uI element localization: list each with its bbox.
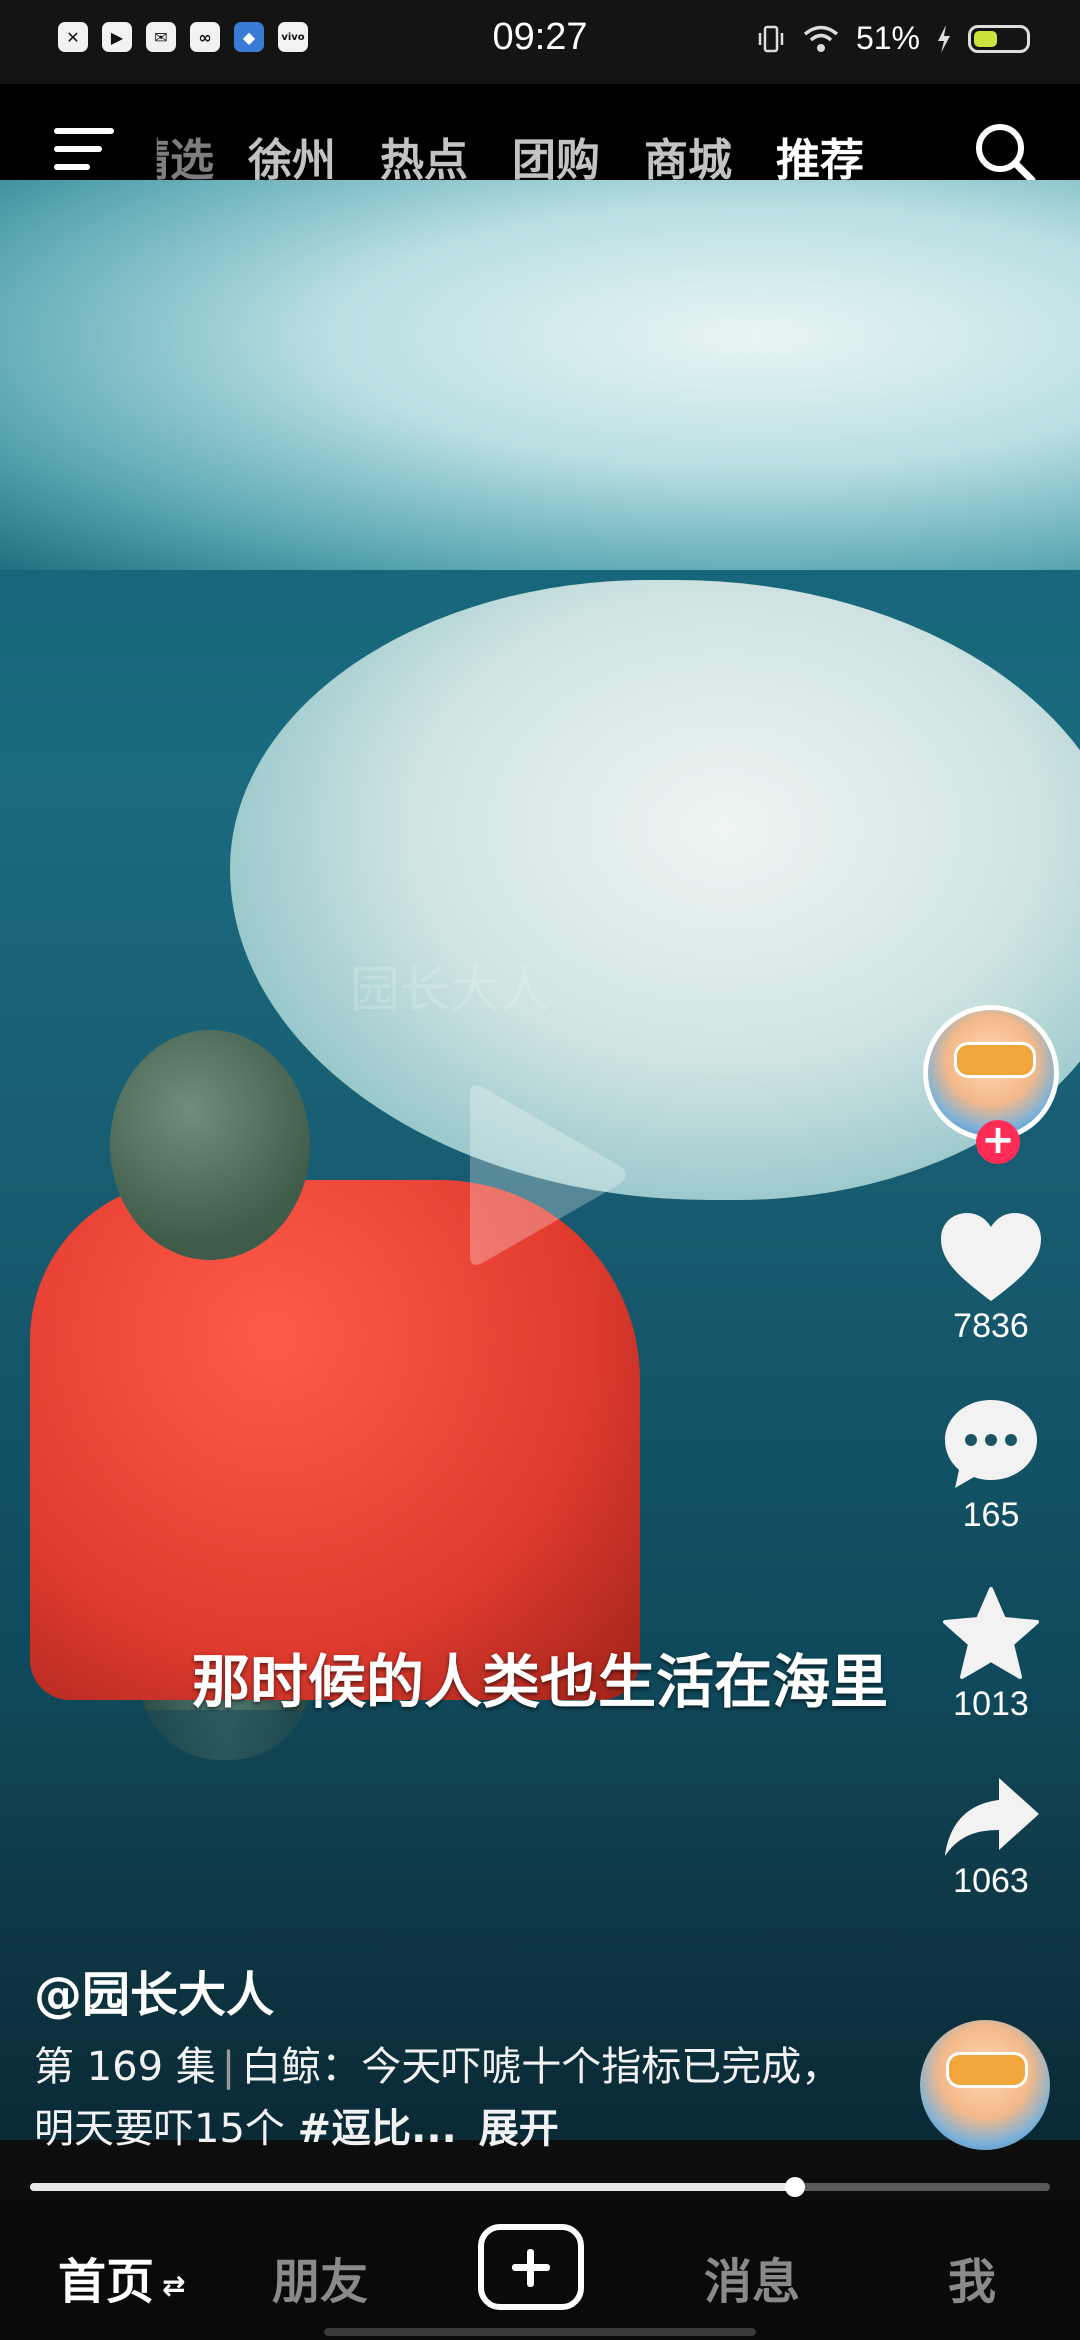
tab-group-buy[interactable]: 团购 bbox=[512, 124, 600, 188]
home-indicator bbox=[324, 2328, 756, 2336]
favorite-count: 1013 bbox=[953, 1685, 1029, 1723]
avatar-goggle bbox=[954, 1042, 1036, 1078]
feed-tabs: 精选 徐州 热点 团购 商城 推荐 bbox=[150, 124, 864, 214]
status-bar: ✕ ▶ ✉ ∞ ◆ vivo 09:27 51% bbox=[0, 0, 1080, 84]
caption-divider: | bbox=[221, 2044, 236, 2090]
battery-icon bbox=[968, 24, 1030, 53]
nav-friends[interactable]: 朋友 bbox=[272, 2242, 368, 2312]
menu-icon[interactable] bbox=[54, 128, 114, 176]
video-progress-bar[interactable] bbox=[30, 2177, 1050, 2197]
star-icon bbox=[943, 1587, 1039, 1679]
tab-xuzhou[interactable]: 徐州 bbox=[248, 124, 336, 188]
follow-button[interactable]: + bbox=[976, 1120, 1020, 1164]
battery-percent: 51% bbox=[855, 20, 920, 56]
water-surface-light bbox=[0, 180, 1080, 570]
action-rail: + 7836 165 1013 1063 bbox=[916, 1005, 1066, 1901]
nav-home[interactable]: 首页 ⇄ bbox=[58, 2242, 185, 2312]
tab-recommend[interactable]: 推荐 bbox=[776, 124, 864, 214]
like-button[interactable]: 7836 bbox=[916, 1211, 1066, 1346]
expand-button[interactable]: 展开 bbox=[479, 2106, 559, 2152]
switch-arrows-icon: ⇄ bbox=[162, 2268, 186, 2302]
music-disc-avatar[interactable] bbox=[920, 2020, 1050, 2150]
video-caption[interactable]: 第 169 集 | 白鲸：今天吓唬十个指标已完成，明天要吓15个 #逗比... 展开 bbox=[34, 2036, 854, 2160]
author-avatar[interactable]: + bbox=[923, 1005, 1059, 1164]
tab-mall[interactable]: 商城 bbox=[644, 124, 732, 188]
diver-head bbox=[110, 1030, 310, 1260]
share-icon bbox=[945, 1778, 1039, 1856]
wifi-icon bbox=[803, 25, 839, 52]
charging-icon bbox=[938, 24, 950, 53]
tab-featured[interactable]: 精选 bbox=[157, 124, 214, 188]
create-post-button[interactable] bbox=[478, 2224, 584, 2310]
system-status: 51% bbox=[756, 20, 1030, 57]
top-nav: 精选 徐州 热点 团购 商城 推荐 bbox=[0, 84, 1080, 214]
vibrate-icon bbox=[758, 25, 784, 52]
favorite-button[interactable]: 1013 bbox=[916, 1585, 1066, 1724]
bottom-nav: 首页 ⇄ 朋友 消息 我 bbox=[0, 2200, 1080, 2340]
share-count: 1063 bbox=[953, 1862, 1029, 1900]
heart-icon bbox=[941, 1213, 1041, 1301]
search-icon[interactable] bbox=[970, 118, 1040, 188]
comment-button[interactable]: 165 bbox=[916, 1396, 1066, 1535]
nav-me[interactable]: 我 bbox=[948, 2242, 996, 2312]
play-icon[interactable] bbox=[460, 1080, 630, 1270]
like-count: 7836 bbox=[953, 1307, 1029, 1345]
comment-icon bbox=[945, 1400, 1037, 1488]
nav-home-label: 首页 bbox=[58, 2254, 155, 2310]
comment-count: 165 bbox=[962, 1496, 1020, 1534]
author-name[interactable]: @园长大人 bbox=[34, 1955, 274, 2025]
progress-fill bbox=[30, 2183, 795, 2191]
tab-hot[interactable]: 热点 bbox=[380, 124, 468, 188]
progress-knob[interactable] bbox=[785, 2177, 805, 2197]
video-watermark: 园长大人 bbox=[350, 961, 550, 1019]
hashtag-link[interactable]: #逗比... bbox=[298, 2106, 457, 2152]
nav-messages[interactable]: 消息 bbox=[704, 2242, 800, 2312]
music-avatar-goggle bbox=[946, 2052, 1028, 2088]
share-button[interactable]: 1063 bbox=[916, 1774, 1066, 1901]
episode-label: 第 169 集 bbox=[34, 2044, 216, 2090]
